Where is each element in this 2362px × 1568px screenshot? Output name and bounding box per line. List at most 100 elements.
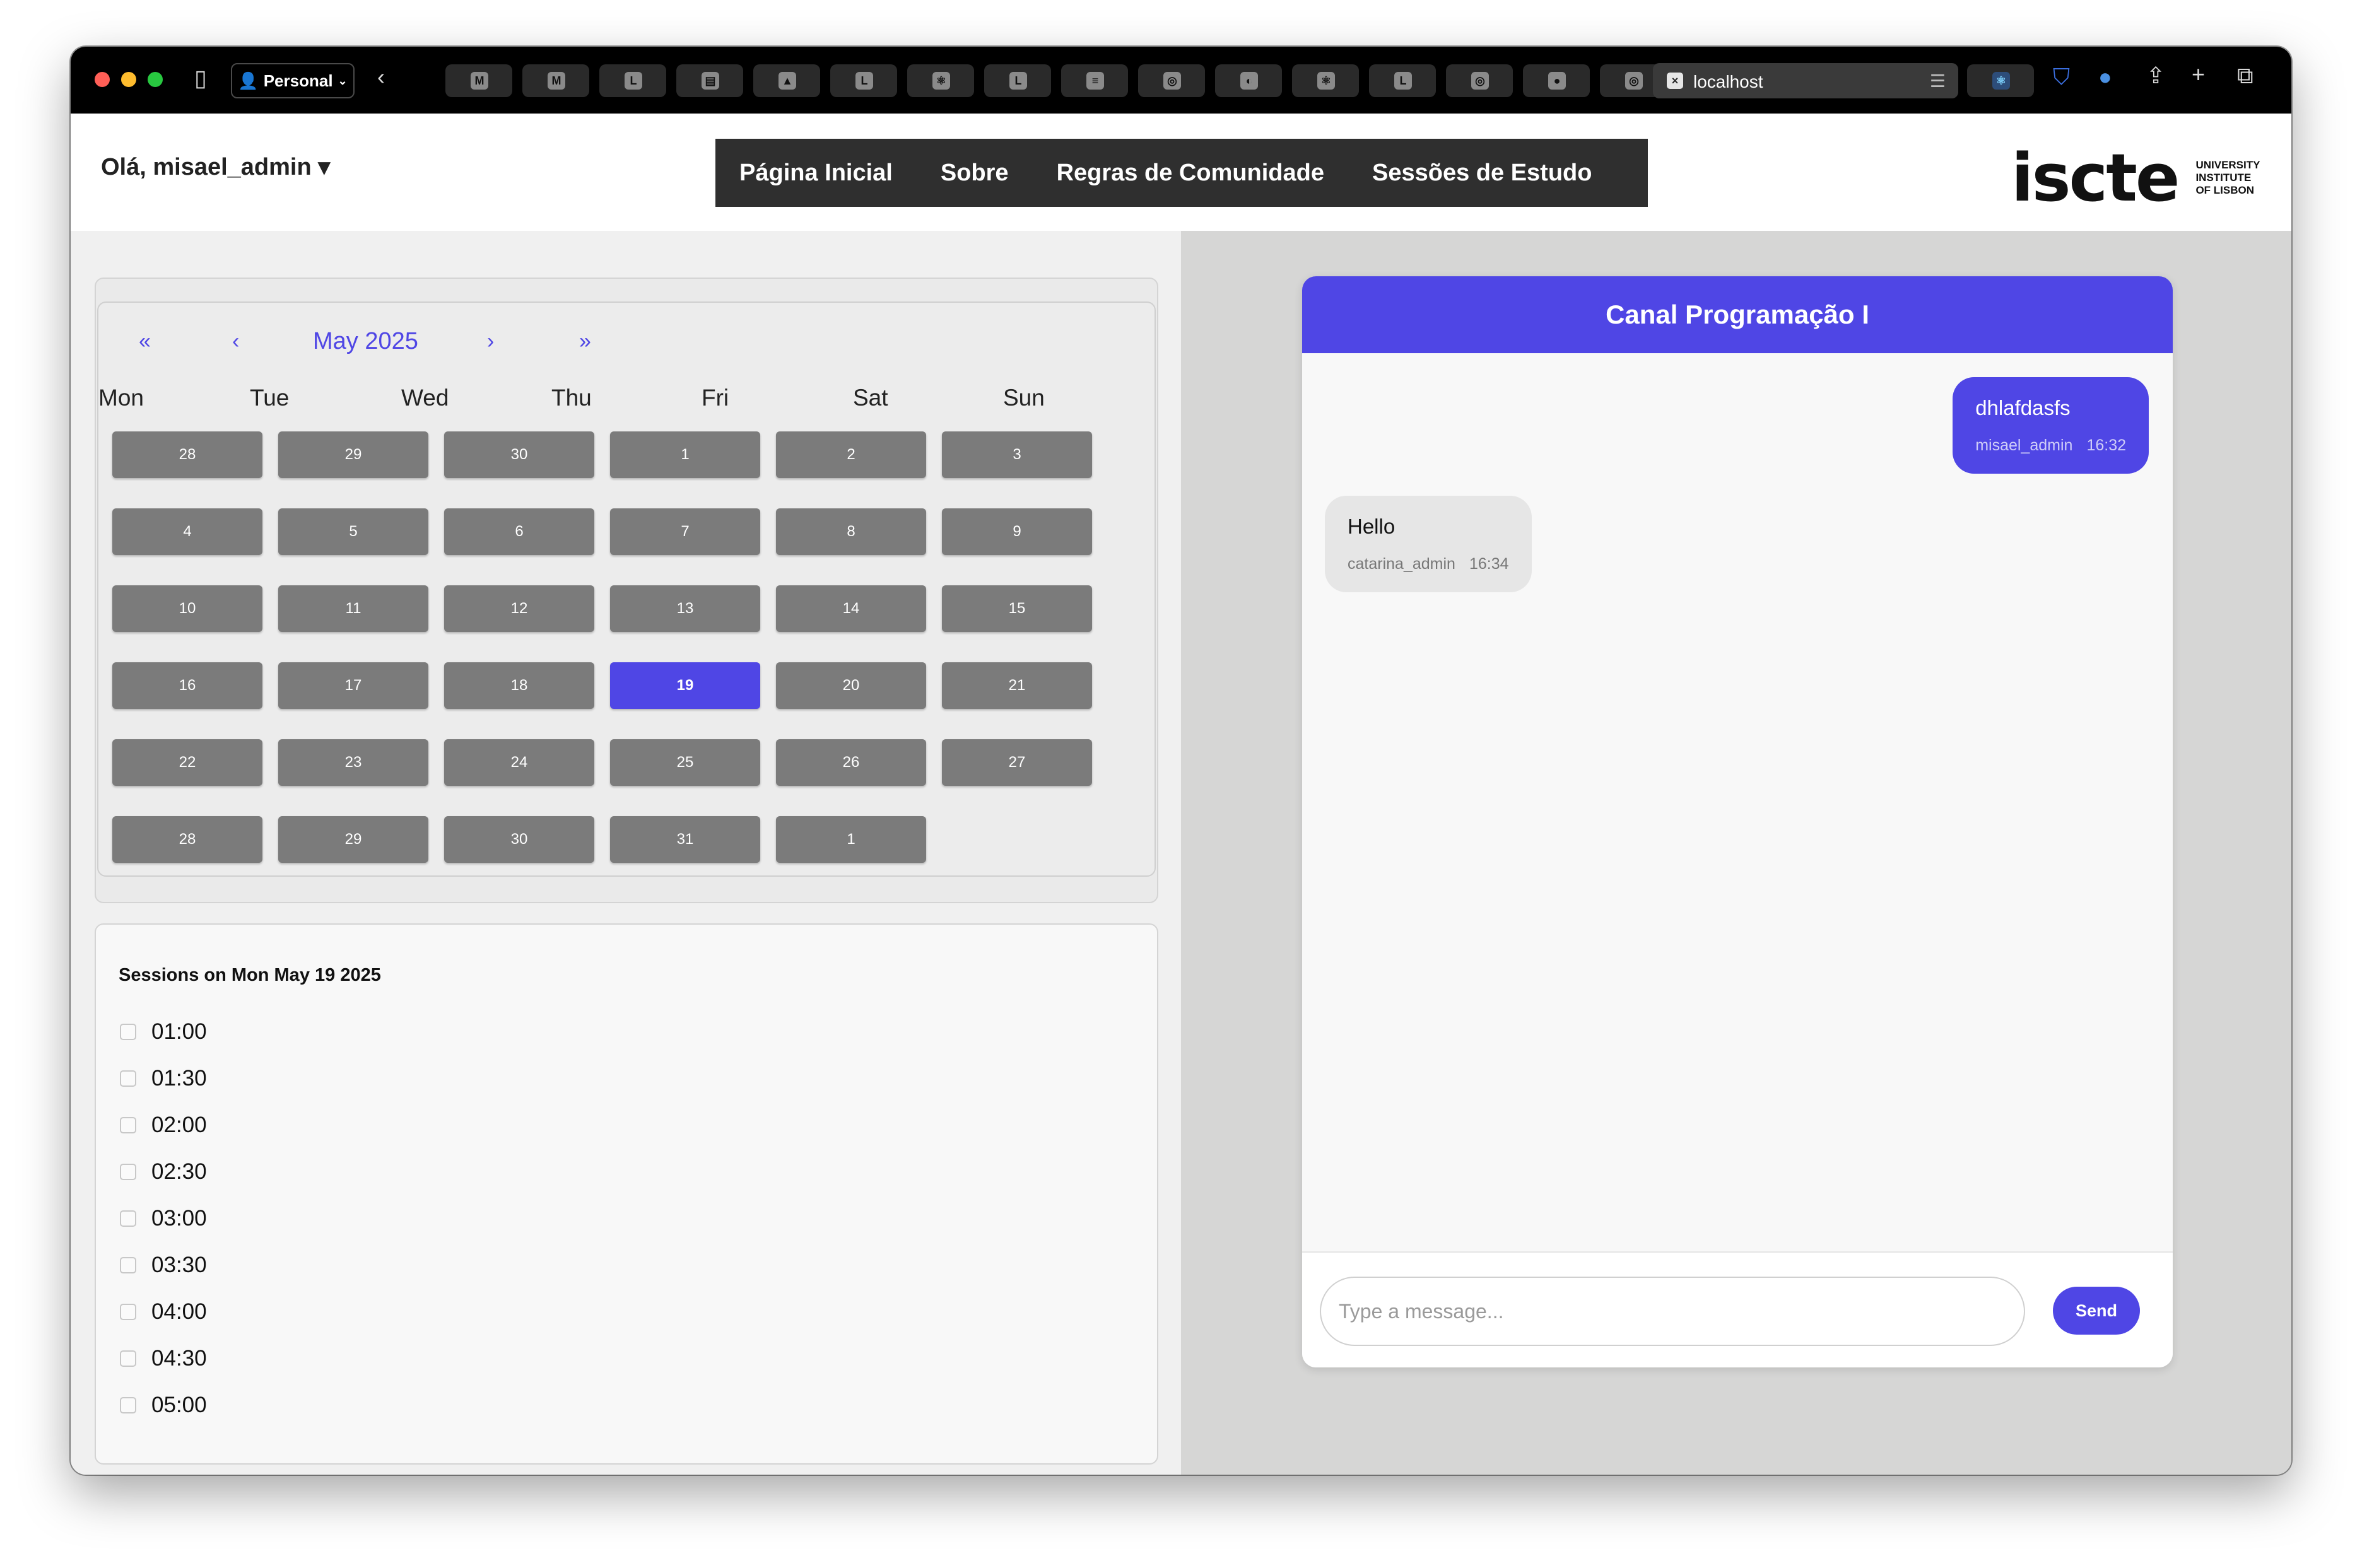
calendar-day[interactable]: 30 bbox=[444, 816, 594, 863]
session-slot[interactable]: 03:30 bbox=[120, 1253, 207, 1278]
calendar-day[interactable]: 15 bbox=[942, 585, 1092, 632]
browser-tab[interactable]: L bbox=[830, 64, 897, 97]
calendar-day[interactable]: 30 bbox=[444, 431, 594, 478]
calendar-day[interactable]: 1 bbox=[776, 816, 926, 863]
calendar-day[interactable]: 22 bbox=[112, 739, 262, 786]
nav-study-sessions[interactable]: Sessões de Estudo bbox=[1348, 160, 1616, 187]
next-month-button[interactable]: › bbox=[487, 329, 494, 354]
calendar-day[interactable]: 27 bbox=[942, 739, 1092, 786]
browser-tab[interactable]: ⚛ bbox=[907, 64, 974, 97]
minimize-window-button[interactable] bbox=[121, 72, 136, 87]
session-slot[interactable]: 03:00 bbox=[120, 1206, 207, 1231]
new-tab-icon[interactable]: + bbox=[2192, 63, 2205, 86]
calendar-day[interactable]: 28 bbox=[112, 431, 262, 478]
browser-tab[interactable]: ≡ bbox=[1061, 64, 1128, 97]
calendar-day[interactable]: 16 bbox=[112, 662, 262, 709]
session-checkbox[interactable] bbox=[120, 1350, 136, 1367]
session-checkbox[interactable] bbox=[120, 1070, 136, 1087]
send-button[interactable]: Send bbox=[2053, 1287, 2140, 1335]
browser-tab[interactable]: ◐ bbox=[1215, 64, 1282, 97]
nav-community-rules[interactable]: Regras de Comunidade bbox=[1033, 160, 1348, 187]
calendar-day[interactable]: 6 bbox=[444, 508, 594, 555]
calendar-day[interactable]: 7 bbox=[610, 508, 760, 555]
zoom-window-button[interactable] bbox=[148, 72, 163, 87]
nav-about[interactable]: Sobre bbox=[917, 160, 1033, 187]
calendar-day[interactable]: 8 bbox=[776, 508, 926, 555]
calendar-day[interactable]: 26 bbox=[776, 739, 926, 786]
browser-tab[interactable]: ● bbox=[1523, 64, 1590, 97]
medium-icon: M bbox=[548, 72, 565, 90]
session-slot[interactable]: 04:30 bbox=[120, 1346, 207, 1371]
session-slot[interactable]: 05:00 bbox=[120, 1393, 207, 1418]
browser-tab[interactable]: L bbox=[984, 64, 1051, 97]
sidebar-toggle-icon[interactable]: ▯ bbox=[194, 67, 207, 90]
browser-tab[interactable]: M bbox=[445, 64, 512, 97]
tab[interactable]: ⚛ bbox=[1967, 64, 2034, 97]
prev-year-button[interactable]: « bbox=[139, 329, 151, 354]
back-arrow-icon[interactable]: ‹ bbox=[377, 66, 385, 88]
sessions-title: Sessions on Mon May 19 2025 bbox=[119, 965, 381, 985]
tab-overview-icon[interactable]: ⧉ bbox=[2237, 64, 2253, 87]
adblock-icon[interactable]: ● bbox=[2098, 66, 2112, 88]
prev-month-button[interactable]: ‹ bbox=[232, 329, 239, 354]
weekday-label: Tue bbox=[250, 385, 290, 411]
calendar-day[interactable]: 31 bbox=[610, 816, 760, 863]
close-tab-icon[interactable]: × bbox=[1667, 73, 1683, 89]
browser-tab[interactable]: ▲ bbox=[753, 64, 820, 97]
session-checkbox[interactable] bbox=[120, 1024, 136, 1040]
browser-tab[interactable]: ◎ bbox=[1138, 64, 1205, 97]
session-slot[interactable]: 01:00 bbox=[120, 1019, 207, 1044]
calendar-day[interactable]: 24 bbox=[444, 739, 594, 786]
calendar-day[interactable]: 5 bbox=[278, 508, 428, 555]
user-menu[interactable]: Olá, misael_admin ▾ bbox=[101, 153, 330, 181]
profile-selector[interactable]: 👤 Personal ⌄ bbox=[231, 63, 355, 98]
close-window-button[interactable] bbox=[95, 72, 110, 87]
session-checkbox[interactable] bbox=[120, 1304, 136, 1320]
calendar-day[interactable]: 14 bbox=[776, 585, 926, 632]
calendar-day[interactable]: 13 bbox=[610, 585, 760, 632]
calendar-day[interactable]: 23 bbox=[278, 739, 428, 786]
session-checkbox[interactable] bbox=[120, 1257, 136, 1273]
calendar-day[interactable]: 2 bbox=[776, 431, 926, 478]
browser-tab[interactable]: ◎ bbox=[1446, 64, 1513, 97]
session-time-label: 03:00 bbox=[151, 1206, 207, 1231]
session-slot[interactable]: 04:00 bbox=[120, 1299, 207, 1325]
calendar-day[interactable]: 9 bbox=[942, 508, 1092, 555]
bitwarden-icon[interactable]: ⛉ bbox=[2053, 66, 2070, 88]
browser-tab[interactable]: ▤ bbox=[676, 64, 743, 97]
reader-icon[interactable]: ☰ bbox=[1930, 71, 1946, 91]
calendar-day[interactable]: 20 bbox=[776, 662, 926, 709]
session-checkbox[interactable] bbox=[120, 1397, 136, 1413]
calendar-day[interactable]: 29 bbox=[278, 816, 428, 863]
active-tab[interactable]: × localhost ☰ bbox=[1653, 63, 1958, 98]
session-checkbox[interactable] bbox=[120, 1164, 136, 1180]
nav-home[interactable]: Página Inicial bbox=[715, 160, 917, 187]
browser-tab[interactable]: ⚛ bbox=[1292, 64, 1359, 97]
calendar-day[interactable]: 25 bbox=[610, 739, 760, 786]
share-icon[interactable]: ⇪ bbox=[2146, 64, 2165, 87]
month-label[interactable]: May 2025 bbox=[313, 328, 418, 355]
session-slot[interactable]: 01:30 bbox=[120, 1066, 207, 1091]
calendar-day[interactable]: 10 bbox=[112, 585, 262, 632]
session-slot[interactable]: 02:00 bbox=[120, 1113, 207, 1138]
calendar-day[interactable]: 29 bbox=[278, 431, 428, 478]
next-year-button[interactable]: » bbox=[579, 329, 591, 354]
session-checkbox[interactable] bbox=[120, 1210, 136, 1227]
calendar-day[interactable]: 11 bbox=[278, 585, 428, 632]
calendar-day[interactable]: 1 bbox=[610, 431, 760, 478]
medium-icon: M bbox=[471, 72, 488, 90]
session-checkbox[interactable] bbox=[120, 1117, 136, 1133]
calendar-day[interactable]: 28 bbox=[112, 816, 262, 863]
calendar-day[interactable]: 3 bbox=[942, 431, 1092, 478]
calendar-day[interactable]: 12 bbox=[444, 585, 594, 632]
calendar-day[interactable]: 17 bbox=[278, 662, 428, 709]
browser-tab[interactable]: L bbox=[1369, 64, 1436, 97]
calendar-day[interactable]: 19 bbox=[610, 662, 760, 709]
session-slot[interactable]: 02:30 bbox=[120, 1159, 207, 1185]
browser-tab[interactable]: L bbox=[599, 64, 666, 97]
browser-tab[interactable]: M bbox=[522, 64, 589, 97]
calendar-day[interactable]: 18 bbox=[444, 662, 594, 709]
calendar-day[interactable]: 21 bbox=[942, 662, 1092, 709]
message-input[interactable] bbox=[1320, 1277, 2025, 1346]
calendar-day[interactable]: 4 bbox=[112, 508, 262, 555]
